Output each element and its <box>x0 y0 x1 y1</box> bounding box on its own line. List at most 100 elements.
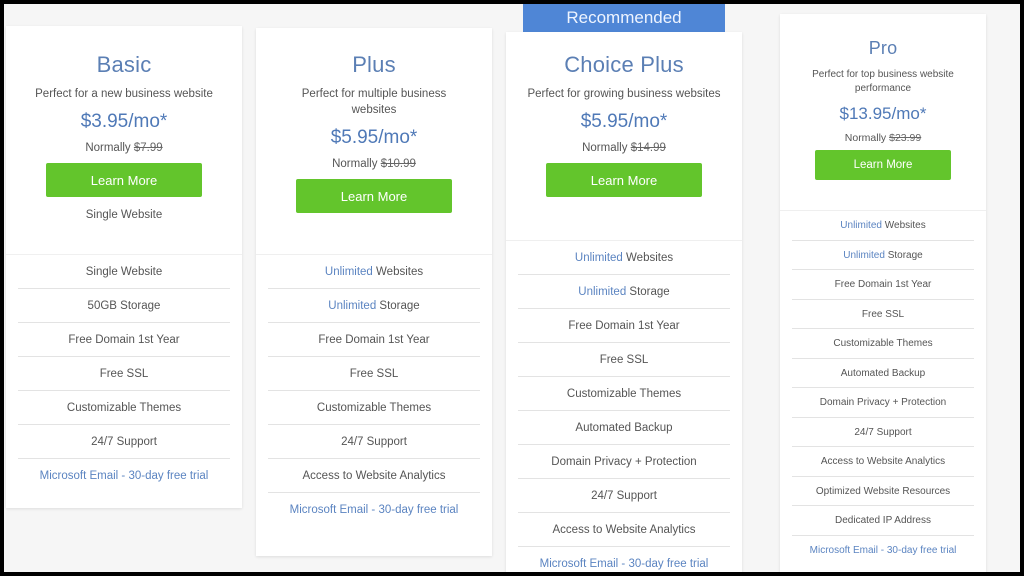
feature-text: Storage <box>626 286 670 298</box>
feature-item: Customizable Themes <box>518 377 730 411</box>
plan-card-plus: Plus Perfect for multiple business websi… <box>256 28 492 556</box>
normally-label: Normally <box>582 142 628 154</box>
feature-item: Unlimited Websites <box>268 255 480 289</box>
feature-item: Unlimited Storage <box>518 275 730 309</box>
feature-item-email: Microsoft Email - 30-day free trial <box>268 493 480 527</box>
plan-name: Plus <box>352 52 396 77</box>
feature-item: 24/7 Support <box>18 425 230 459</box>
feature-text: Microsoft Email - 30-day free trial <box>809 544 957 556</box>
feature-text: Storage <box>376 300 420 312</box>
feature-text: Websites <box>372 266 424 278</box>
feature-highlight: Unlimited <box>840 220 882 231</box>
normally-label: Normally <box>332 158 378 170</box>
feature-item: Dedicated IP Address <box>792 506 974 536</box>
feature-text: Customizable Themes <box>316 402 432 414</box>
feature-item: Free Domain 1st Year <box>792 270 974 300</box>
feature-item: Free SSL <box>792 300 974 329</box>
learn-more-button[interactable]: Learn More <box>815 150 951 180</box>
plan-name: Pro <box>868 38 898 58</box>
feature-text: Customizable Themes <box>833 338 933 349</box>
feature-text: Free Domain 1st Year <box>834 279 932 290</box>
feature-text: 24/7 Support <box>854 426 912 438</box>
old-price: $23.99 <box>889 132 922 144</box>
feature-item: Free SSL <box>518 343 730 377</box>
feature-item: Optimized Website Resources <box>792 477 974 506</box>
feature-text: 24/7 Support <box>591 490 657 502</box>
feature-list: Unlimited Websites Unlimited Storage Free … <box>506 240 742 572</box>
feature-text: Access to Website Analytics <box>820 456 946 467</box>
feature-list: Unlimited Websites Unlimited Storage Free … <box>256 254 492 527</box>
normal-price: Normally $7.99 <box>6 142 242 154</box>
feature-text: Free SSL <box>861 308 905 320</box>
feature-item: Free SSL <box>18 357 230 391</box>
feature-item: Unlimited Websites <box>792 211 974 241</box>
learn-more-button[interactable]: Learn More <box>46 163 202 197</box>
feature-item: Free Domain 1st Year <box>268 323 480 357</box>
feature-text: Free Domain 1st Year <box>568 320 680 332</box>
feature-text: Microsoft Email - 30-day free trial <box>289 504 459 516</box>
learn-more-button[interactable]: Learn More <box>546 163 702 197</box>
feature-item: Free Domain 1st Year <box>18 323 230 357</box>
feature-item: Access to Website Analytics <box>792 447 974 477</box>
feature-text: Websites <box>622 252 674 264</box>
plan-price: $5.95/mo* <box>580 111 668 132</box>
normally-label: Normally <box>844 132 887 144</box>
feature-text: Free Domain 1st Year <box>318 334 430 346</box>
feature-item: Automated Backup <box>518 411 730 445</box>
feature-item: Customizable Themes <box>18 391 230 425</box>
pricing-page: Basic Perfect for a new business website… <box>4 4 1020 572</box>
feature-highlight: Unlimited <box>843 249 885 261</box>
feature-highlight: Unlimited <box>328 300 377 312</box>
plan-card-choice-plus: Choice Plus Perfect for growing business… <box>506 32 742 572</box>
feature-text: Automated Backup <box>840 367 926 379</box>
feature-text: Websites <box>881 220 926 231</box>
feature-text: Access to Website Analytics <box>302 470 446 482</box>
feature-highlight: Unlimited <box>324 266 373 278</box>
feature-text: 50GB Storage <box>87 300 161 312</box>
normally-label: Normally <box>85 142 131 154</box>
feature-highlight: Unlimited <box>578 286 627 298</box>
normal-price: Normally $10.99 <box>256 158 492 170</box>
feature-item: 24/7 Support <box>518 479 730 513</box>
feature-item: Domain Privacy + Protection <box>518 445 730 479</box>
feature-item-email: Microsoft Email - 30-day free trial <box>18 459 230 493</box>
feature-text: Free SSL <box>599 354 649 366</box>
plan-tagline: Perfect for a new business website <box>35 88 213 100</box>
feature-text: Access to Website Analytics <box>552 524 696 536</box>
feature-text: Dedicated IP Address <box>835 515 931 526</box>
plan-card-basic-features: Single Website 50GB Storage Free Domain 1s… <box>6 254 242 508</box>
feature-item: 50GB Storage <box>18 289 230 323</box>
feature-item: Free SSL <box>268 357 480 391</box>
feature-text: Domain Privacy + Protection <box>551 456 697 468</box>
learn-more-button[interactable]: Learn More <box>296 179 452 213</box>
normal-price: Normally $14.99 <box>506 142 742 154</box>
old-price: $14.99 <box>630 142 666 154</box>
feature-text: Free SSL <box>99 368 149 380</box>
plan-price: $13.95/mo* <box>839 104 927 123</box>
feature-text: 24/7 Support <box>341 436 407 448</box>
feature-text: Free Domain 1st Year <box>68 334 180 346</box>
plan-price: $3.95/mo* <box>80 111 168 132</box>
feature-text: Storage <box>884 249 923 261</box>
feature-item: Single Website <box>18 255 230 289</box>
feature-item-email: Microsoft Email - 30-day free trial <box>518 547 730 572</box>
feature-text: Optimized Website Resources <box>815 485 951 497</box>
plan-name: Choice Plus <box>564 52 684 77</box>
feature-text: Microsoft Email - 30-day free trial <box>539 558 709 570</box>
old-price: $7.99 <box>133 142 163 154</box>
plan-tagline: Perfect for multiple business websites <box>301 88 447 116</box>
old-price: $10.99 <box>380 158 416 170</box>
plan-tagline: Perfect for growing business websites <box>527 88 721 100</box>
plan-name: Basic <box>96 52 152 77</box>
feature-item: 24/7 Support <box>792 418 974 447</box>
feature-text: 24/7 Support <box>91 436 157 448</box>
feature-text: Microsoft Email - 30-day free trial <box>39 470 209 482</box>
feature-item: 24/7 Support <box>268 425 480 459</box>
feature-text: Customizable Themes <box>66 402 182 414</box>
feature-text: Automated Backup <box>575 422 673 434</box>
feature-highlight: Unlimited <box>574 252 623 264</box>
feature-text: Free SSL <box>349 368 399 380</box>
plan-price: $5.95/mo* <box>330 127 418 148</box>
feature-item: Domain Privacy + Protection <box>792 388 974 418</box>
feature-text: Customizable Themes <box>566 388 682 400</box>
